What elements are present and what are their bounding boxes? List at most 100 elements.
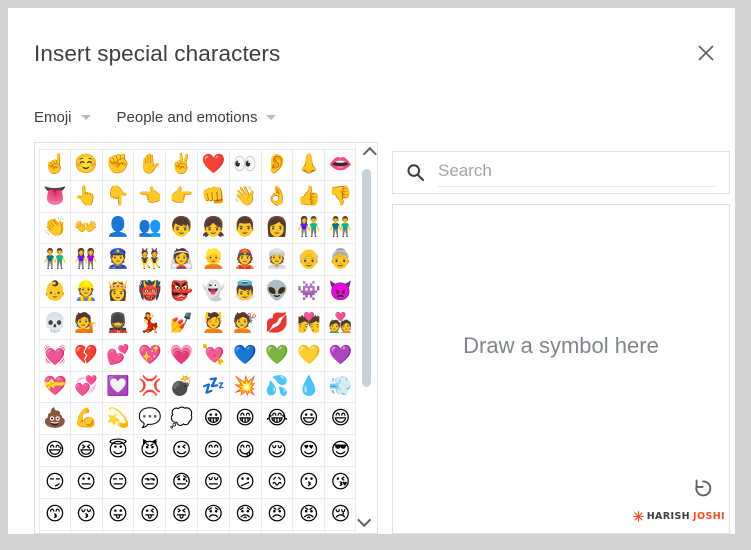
- emoji-cell[interactable]: 💙: [229, 339, 262, 372]
- emoji-cell[interactable]: 😑: [102, 466, 135, 499]
- emoji-cell[interactable]: 👐: [70, 212, 103, 245]
- emoji-cell[interactable]: 👃: [293, 149, 326, 181]
- emoji-cell[interactable]: 👾: [293, 276, 326, 308]
- emoji-cell[interactable]: 😃: [293, 403, 326, 436]
- emoji-cell[interactable]: 😨: [198, 530, 230, 533]
- emoji-cell[interactable]: 👻: [197, 276, 230, 308]
- emoji-cell[interactable]: 👨: [229, 212, 262, 245]
- emoji-cell[interactable]: 👈: [134, 180, 167, 213]
- emoji-cell[interactable]: 👋: [229, 180, 262, 213]
- emoji-cell[interactable]: 👵: [325, 244, 355, 277]
- emoji-cell[interactable]: 👯: [134, 244, 167, 277]
- emoji-cell[interactable]: 💦: [261, 371, 294, 404]
- emoji-cell[interactable]: 😩: [230, 530, 262, 533]
- emoji-cell[interactable]: 👱: [197, 244, 230, 277]
- emoji-cell[interactable]: 👆: [70, 180, 103, 213]
- emoji-cell[interactable]: 😈: [134, 435, 167, 467]
- emoji-cell[interactable]: 😓: [166, 466, 198, 499]
- emoji-cell[interactable]: 😐: [70, 466, 103, 499]
- emoji-cell[interactable]: ☝️: [39, 149, 71, 181]
- emoji-cell[interactable]: 👏: [39, 212, 71, 245]
- emoji-cell[interactable]: 👇: [102, 180, 135, 213]
- emoji-cell[interactable]: 😁: [229, 403, 262, 436]
- emoji-cell[interactable]: 😀: [197, 403, 230, 436]
- emoji-cell[interactable]: 😠: [261, 498, 294, 531]
- emoji-cell[interactable]: 👥: [134, 212, 167, 245]
- emoji-cell[interactable]: 👶: [39, 276, 71, 308]
- emoji-cell[interactable]: 💟: [102, 371, 135, 404]
- emoji-cell[interactable]: 💬: [134, 403, 167, 436]
- emoji-cell[interactable]: 💔: [70, 339, 103, 372]
- emoji-cell[interactable]: 😥: [103, 530, 135, 533]
- emoji-cell[interactable]: 👬: [325, 213, 355, 245]
- emoji-cell[interactable]: 👼: [229, 276, 262, 308]
- emoji-cell[interactable]: 👫: [293, 212, 326, 245]
- search-box[interactable]: [392, 151, 730, 194]
- emoji-cell[interactable]: 😔: [197, 466, 230, 499]
- scroll-down-button[interactable]: [356, 511, 377, 529]
- emoji-cell[interactable]: 👎: [325, 181, 355, 213]
- emoji-cell[interactable]: 💏: [293, 307, 326, 340]
- emoji-cell[interactable]: ☺️: [70, 149, 103, 181]
- emoji-cell[interactable]: 😉: [166, 435, 198, 467]
- emoji-grid-scrollbar[interactable]: [355, 143, 377, 533]
- category-type-select[interactable]: Emoji: [34, 102, 91, 132]
- emoji-cell[interactable]: 💣: [166, 371, 198, 404]
- emoji-cell[interactable]: 😧: [166, 530, 198, 533]
- category-subset-select[interactable]: People and emotions: [117, 102, 277, 132]
- emoji-cell[interactable]: 💀: [39, 307, 71, 340]
- emoji-cell[interactable]: 👀: [229, 149, 262, 181]
- emoji-cell[interactable]: 💥: [229, 371, 262, 404]
- emoji-cell[interactable]: 😌: [261, 435, 294, 467]
- emoji-cell[interactable]: 💕: [102, 339, 135, 372]
- emoji-cell[interactable]: 💖: [134, 339, 167, 372]
- emoji-cell[interactable]: 💇: [229, 307, 262, 340]
- emoji-cell[interactable]: 👦: [166, 212, 198, 245]
- emoji-cell[interactable]: 👸: [102, 276, 135, 308]
- scroll-up-button[interactable]: [356, 145, 377, 163]
- emoji-cell[interactable]: 😕: [229, 466, 262, 499]
- emoji-cell[interactable]: 😫: [293, 530, 326, 533]
- emoji-cell[interactable]: 😆: [70, 435, 103, 467]
- emoji-cell[interactable]: 😤: [71, 530, 103, 533]
- emoji-cell[interactable]: 👩: [261, 212, 294, 245]
- emoji-cell[interactable]: 😞: [197, 498, 230, 531]
- draw-symbol-panel[interactable]: Draw a symbol here: [392, 204, 730, 534]
- emoji-cell[interactable]: 👮: [102, 244, 135, 277]
- emoji-cell[interactable]: 😒: [134, 466, 167, 499]
- clear-drawing-button[interactable]: [689, 473, 717, 501]
- emoji-cell[interactable]: 👧: [197, 212, 230, 245]
- emoji-cell[interactable]: 👽: [261, 276, 294, 308]
- emoji-cell[interactable]: 💃: [134, 307, 167, 340]
- emoji-cell[interactable]: ✌️: [166, 149, 198, 181]
- emoji-cell[interactable]: 👴: [293, 244, 326, 277]
- emoji-cell[interactable]: 😪: [262, 530, 294, 533]
- emoji-cell[interactable]: 💜: [325, 340, 355, 372]
- emoji-cell[interactable]: 😝: [166, 498, 198, 531]
- emoji-cell[interactable]: 👲: [229, 244, 262, 277]
- emoji-cell[interactable]: 👍: [293, 180, 326, 213]
- emoji-cell[interactable]: 😣: [39, 530, 71, 533]
- emoji-cell[interactable]: 💑: [325, 308, 355, 340]
- close-button[interactable]: [689, 36, 723, 70]
- emoji-cell[interactable]: 💢: [134, 371, 167, 404]
- emoji-cell[interactable]: 💤: [197, 371, 230, 404]
- emoji-cell[interactable]: 💅: [166, 307, 198, 340]
- emoji-cell[interactable]: 👭: [70, 244, 103, 277]
- emoji-cell[interactable]: 😡: [293, 498, 326, 531]
- emoji-cell[interactable]: 😗: [293, 466, 326, 499]
- emoji-cell[interactable]: 💧: [293, 371, 326, 404]
- emoji-cell[interactable]: 👅: [39, 180, 71, 213]
- emoji-cell[interactable]: 💭: [166, 403, 198, 436]
- emoji-cell[interactable]: ✋: [134, 149, 167, 181]
- emoji-cell[interactable]: 💚: [261, 339, 294, 372]
- emoji-cell[interactable]: 💗: [166, 339, 198, 372]
- emoji-cell[interactable]: 👉: [166, 180, 198, 213]
- emoji-cell[interactable]: 😛: [102, 498, 135, 531]
- emoji-cell[interactable]: 👺: [166, 276, 198, 308]
- emoji-cell[interactable]: 😊: [197, 435, 230, 467]
- emoji-cell[interactable]: 💁: [70, 307, 103, 340]
- emoji-cell[interactable]: 😘: [325, 467, 355, 499]
- emoji-cell[interactable]: 👷: [70, 276, 103, 308]
- emoji-cell[interactable]: 💓: [39, 339, 71, 372]
